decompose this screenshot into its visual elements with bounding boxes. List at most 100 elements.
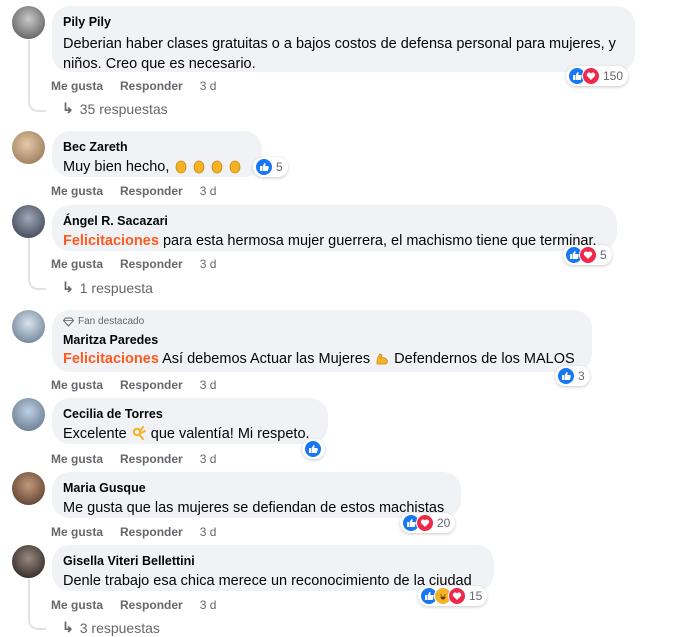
comment-author[interactable]: Maritza Paredes <box>63 332 580 348</box>
comment-actions: Me gusta Responder 3 d <box>51 598 216 612</box>
reply-link[interactable]: Responder <box>120 184 183 198</box>
top-fan-badge[interactable]: Fan destacado <box>63 316 580 328</box>
reaction-summary[interactable]: 20 <box>400 513 456 533</box>
like-reaction-icon <box>557 367 575 385</box>
reply-arrow-icon: ↳ <box>62 619 74 635</box>
comment-text-content: Muy bien hecho, <box>63 159 170 175</box>
comment-actions: Me gusta Responder 3 d <box>51 452 216 466</box>
like-link[interactable]: Me gusta <box>51 598 103 612</box>
flexed-biceps-emoji-icon <box>374 351 390 367</box>
reply-link[interactable]: Responder <box>120 452 183 466</box>
view-replies-link[interactable]: ↳ 35 respuestas <box>62 100 168 117</box>
avatar[interactable] <box>12 131 45 164</box>
comment-text-content: Defendernos de los MALOS <box>394 351 575 367</box>
comment-author[interactable]: Gisella Viteri Bellettini <box>63 553 482 569</box>
timestamp[interactable]: 3 d <box>200 452 217 466</box>
comment-actions: Me gusta Responder 3 d <box>51 184 216 198</box>
like-link[interactable]: Me gusta <box>51 184 103 198</box>
avatar[interactable] <box>12 6 45 39</box>
comment-text: Felicitaciones para esta hermosa mujer g… <box>63 231 605 251</box>
reaction-summary[interactable]: 5 <box>563 245 612 265</box>
comment-author[interactable]: Pily Pily <box>63 14 623 30</box>
comment-bubble: Fan destacado Maritza Paredes Felicitaci… <box>52 310 592 372</box>
badge-label: Fan destacado <box>78 316 145 327</box>
reaction-count: 20 <box>437 516 451 530</box>
comment-text-content: para esta hermosa mujer guerrera, el mac… <box>162 233 597 249</box>
thread-hook <box>28 614 46 630</box>
comment-text-content: que valentía! Mi respeto. <box>150 426 310 442</box>
reply-link[interactable]: Responder <box>120 257 183 271</box>
replies-label: 1 respuesta <box>79 279 153 296</box>
comment-bubble: Ángel R. Sacazari Felicitaciones para es… <box>52 205 617 251</box>
reaction-count: 150 <box>603 69 624 83</box>
avatar[interactable] <box>12 545 45 578</box>
ok-hand-emoji-icon <box>131 426 147 442</box>
timestamp[interactable]: 3 d <box>200 257 217 271</box>
comment-author[interactable]: Bec Zareth <box>63 139 250 155</box>
comment-actions: Me gusta Responder 3 d <box>51 79 216 93</box>
reaction-count: 5 <box>600 248 607 262</box>
love-reaction-icon <box>582 67 600 85</box>
comment-text-content: Así debemos Actuar las Mujeres <box>162 351 371 367</box>
thread-hook <box>28 274 46 290</box>
view-replies-link[interactable]: ↳ 1 respuesta <box>62 279 153 296</box>
like-link[interactable]: Me gusta <box>51 452 103 466</box>
clapping-hands-emoji-icons <box>173 159 245 175</box>
timestamp[interactable]: 3 d <box>200 184 217 198</box>
comment-bubble: Pily Pily Deberian haber clases gratuita… <box>52 6 635 72</box>
timestamp[interactable]: 3 d <box>200 378 217 392</box>
reaction-summary[interactable] <box>302 439 325 459</box>
avatar[interactable] <box>12 398 45 431</box>
comment-actions: Me gusta Responder 3 d <box>51 525 216 539</box>
reaction-summary[interactable]: 5 <box>253 157 288 177</box>
comment-author[interactable]: Maria Gusque <box>63 480 449 496</box>
reply-link[interactable]: Responder <box>120 598 183 612</box>
diamond-icon <box>63 317 74 327</box>
comment-author[interactable]: Ángel R. Sacazari <box>63 213 605 229</box>
like-link[interactable]: Me gusta <box>51 525 103 539</box>
love-reaction-icon <box>416 514 434 532</box>
comment-author[interactable]: Cecilia de Torres <box>63 406 316 422</box>
reaction-count: 3 <box>578 369 585 383</box>
comment-bubble: Gisella Viteri Bellettini Denle trabajo … <box>52 545 494 591</box>
reply-link[interactable]: Responder <box>120 79 183 93</box>
like-reaction-icon <box>304 440 322 458</box>
avatar[interactable] <box>12 310 45 343</box>
comment-text-content: Excelente <box>63 426 127 442</box>
replies-label: 3 respuestas <box>79 619 160 636</box>
avatar[interactable] <box>12 472 45 505</box>
like-link[interactable]: Me gusta <box>51 378 103 392</box>
thread-line <box>28 40 30 102</box>
view-replies-link[interactable]: ↳ 3 respuestas <box>62 619 160 636</box>
reaction-count: 5 <box>276 160 283 174</box>
thread-hook <box>28 96 46 112</box>
comment-bubble: Bec Zareth Muy bien hecho, <box>52 131 262 177</box>
comment-text: Excelente que valentía! Mi respeto. <box>63 424 316 444</box>
comment-text: Felicitaciones Así debemos Actuar las Mu… <box>63 349 580 369</box>
like-link[interactable]: Me gusta <box>51 257 103 271</box>
comment-text: Muy bien hecho, <box>63 157 250 177</box>
reaction-count: 15 <box>469 589 483 603</box>
comment-bubble: Maria Gusque Me gusta que las mujeres se… <box>52 472 461 518</box>
love-reaction-icon <box>579 246 597 264</box>
reaction-summary[interactable]: 3 <box>555 366 590 386</box>
like-link[interactable]: Me gusta <box>51 79 103 93</box>
timestamp[interactable]: 3 d <box>200 598 217 612</box>
highlighted-keyword[interactable]: Felicitaciones <box>63 233 159 249</box>
timestamp[interactable]: 3 d <box>200 525 217 539</box>
comment-text: Deberian haber clases gratuitas o a bajo… <box>63 36 616 72</box>
highlighted-keyword[interactable]: Felicitaciones <box>63 351 159 367</box>
avatar[interactable] <box>12 205 45 238</box>
timestamp[interactable]: 3 d <box>200 79 217 93</box>
comment-text: Me gusta que las mujeres se defiendan de… <box>63 500 445 516</box>
reply-link[interactable]: Responder <box>120 378 183 392</box>
reply-link[interactable]: Responder <box>120 525 183 539</box>
reaction-summary[interactable]: 150 <box>566 66 629 86</box>
like-reaction-icon <box>255 158 273 176</box>
reaction-summary[interactable]: 15 <box>418 586 488 606</box>
comment-actions: Me gusta Responder 3 d <box>51 257 216 271</box>
reply-arrow-icon: ↳ <box>62 100 74 116</box>
reply-arrow-icon: ↳ <box>62 279 74 295</box>
replies-label: 35 respuestas <box>79 100 168 117</box>
comment-bubble: Cecilia de Torres Excelente que valentía… <box>52 398 328 444</box>
